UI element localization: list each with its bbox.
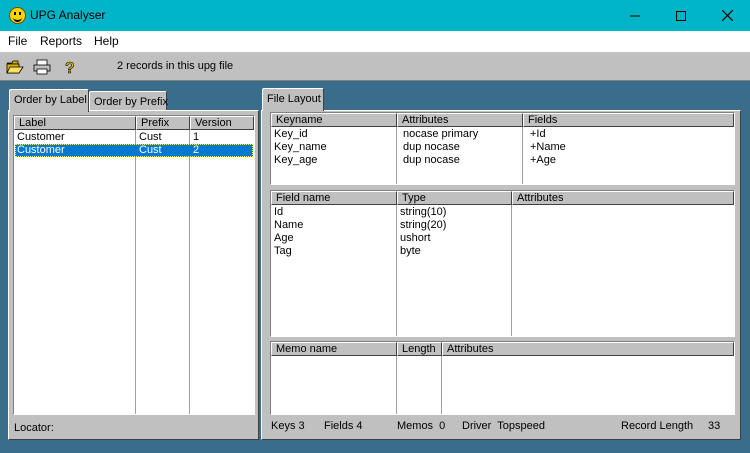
row-label: Customer — [17, 144, 65, 156]
field-name: Name — [274, 219, 304, 231]
column-header-prefix[interactable]: Prefix — [136, 116, 190, 130]
column-header-label[interactable]: Label — [14, 116, 136, 130]
column-header-type[interactable]: Type — [397, 191, 512, 205]
column-header-keyname[interactable]: Keyname — [271, 113, 397, 127]
field-type: string(20) — [400, 219, 447, 231]
field-type: ushort — [400, 232, 431, 244]
row-prefix: Cust — [139, 144, 162, 156]
memos-count: Memos 0 — [397, 420, 446, 432]
key-attributes: dup nocase — [403, 141, 460, 153]
column-header-length[interactable]: Length — [397, 342, 442, 356]
tab-file-layout[interactable]: File Layout — [262, 88, 324, 111]
key-name: Key_age — [274, 154, 318, 166]
key-attributes: dup nocase — [403, 154, 460, 166]
help-icon[interactable]: ? — [61, 58, 79, 76]
title-bar[interactable]: UPG Analyser — [0, 0, 750, 31]
table-row[interactable]: Customer Cust 1 — [14, 131, 254, 144]
maximize-button[interactable] — [658, 0, 704, 31]
records-list[interactable]: Label Prefix Version Customer Cust 1 Cus… — [13, 115, 255, 415]
menu-help[interactable]: Help — [94, 34, 119, 48]
row-label: Customer — [17, 131, 65, 143]
memos-list[interactable]: Memo name Length Attributes — [270, 341, 735, 415]
window-title: UPG Analyser — [30, 8, 106, 22]
records-status: 2 records in this upg file — [117, 60, 234, 72]
left-panel: Label Prefix Version Customer Cust 1 Cus… — [8, 110, 259, 440]
column-header-memo-name[interactable]: Memo name — [271, 342, 397, 356]
menu-file[interactable]: File — [8, 34, 27, 48]
keys-list[interactable]: Keyname Attributes Fields Key_id nocase … — [270, 112, 735, 185]
row-prefix: Cust — [139, 131, 162, 143]
key-fields: +Age — [530, 154, 556, 166]
column-header-version[interactable]: Version — [190, 116, 254, 130]
minimize-icon — [630, 15, 640, 16]
key-attributes: nocase primary — [403, 128, 479, 140]
key-fields: +Name — [530, 141, 566, 153]
keys-count: Keys 3 — [271, 420, 305, 432]
open-folder-icon[interactable] — [6, 58, 24, 76]
field-name: Id — [274, 206, 284, 218]
fields-list[interactable]: Field name Type Attributes Id string(10)… — [270, 190, 735, 337]
close-icon — [721, 10, 733, 21]
driver-label: Driver Topspeed — [462, 420, 545, 432]
field-name: Tag — [274, 245, 292, 257]
menu-reports[interactable]: Reports — [40, 34, 82, 48]
menu-bar: File Reports Help — [0, 31, 750, 51]
tab-order-by-label[interactable]: Order by Label — [9, 89, 89, 112]
column-header-key-attributes[interactable]: Attributes — [397, 113, 523, 127]
minimize-button[interactable] — [612, 0, 658, 31]
column-header-memo-attributes[interactable]: Attributes — [442, 342, 734, 356]
column-header-field-attributes[interactable]: Attributes — [512, 191, 734, 205]
smiley-app-icon — [9, 7, 26, 24]
key-fields: +Id — [530, 128, 546, 140]
tab-order-by-prefix[interactable]: Order by Prefix — [89, 91, 168, 112]
maximize-icon — [676, 10, 686, 21]
record-length-label: Record Length — [621, 420, 694, 432]
locator-label: Locator: — [14, 422, 54, 434]
record-length-value: 33 — [708, 420, 721, 432]
key-name: Key_name — [274, 141, 327, 153]
row-version: 1 — [193, 131, 200, 143]
table-row-selected[interactable]: Customer Cust 2 — [15, 144, 253, 157]
fields-count: Fields 4 — [324, 420, 363, 432]
file-layout-panel: Keyname Attributes Fields Key_id nocase … — [261, 110, 741, 440]
printer-icon[interactable] — [33, 58, 51, 76]
svg-text:?: ? — [65, 60, 75, 76]
key-name: Key_id — [274, 128, 308, 140]
field-type: string(10) — [400, 206, 447, 218]
column-header-field-name[interactable]: Field name — [271, 191, 397, 205]
field-name: Age — [274, 232, 294, 244]
toolbar: ? 2 records in this upg file — [0, 51, 750, 81]
column-header-key-fields[interactable]: Fields — [523, 113, 734, 127]
row-version: 2 — [193, 144, 200, 156]
close-button[interactable] — [704, 0, 750, 31]
field-type: byte — [400, 245, 421, 257]
